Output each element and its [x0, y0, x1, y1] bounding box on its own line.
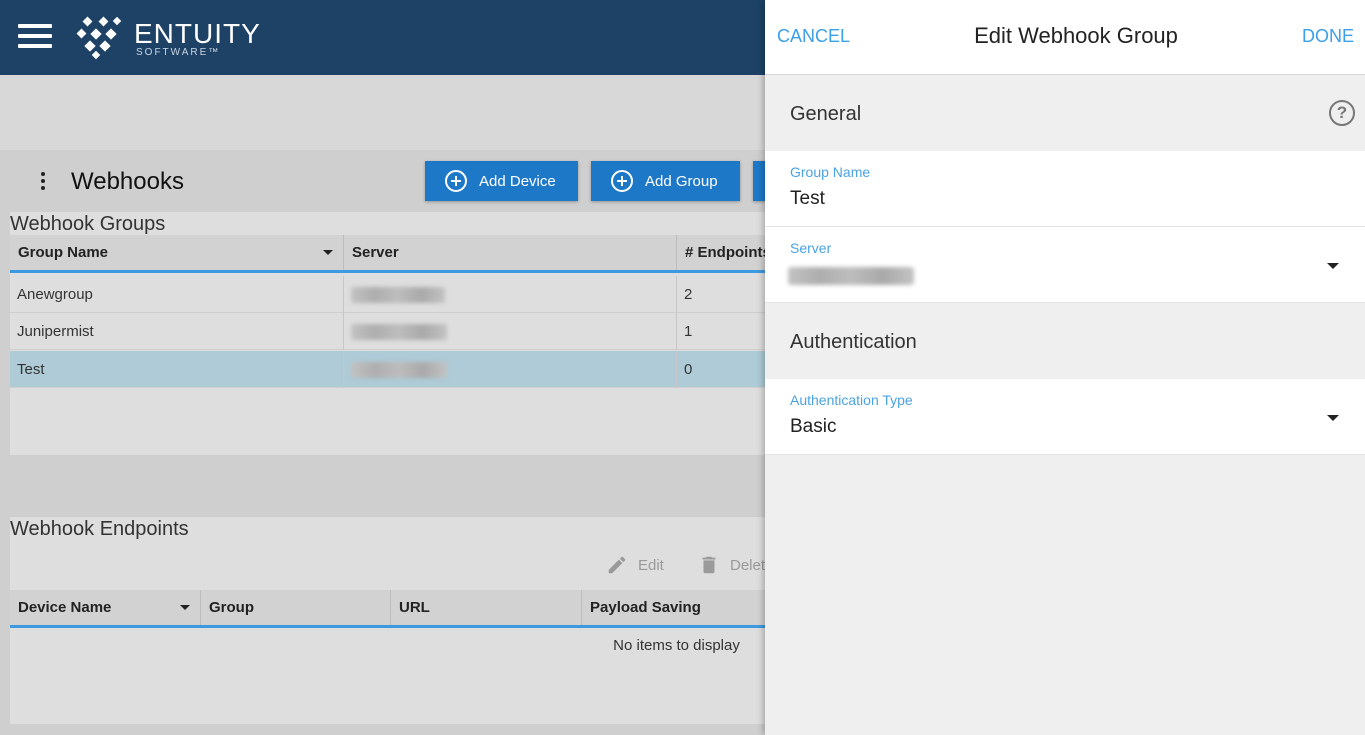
- server-value: [788, 267, 914, 291]
- delete-label: Delet: [730, 556, 766, 574]
- webhook-groups-panel: Webhook Groups Group Name Server # Endpo…: [10, 212, 765, 455]
- edit-label: Edit: [638, 556, 664, 574]
- col-device-name-label: Device Name: [18, 599, 112, 616]
- authentication-type-select[interactable]: Authentication Type Basic: [765, 379, 1365, 455]
- page-header: Webhooks Add Device Add Group: [10, 150, 773, 212]
- edit-webhook-group-drawer: CANCEL Edit Webhook Group DONE General ?…: [765, 0, 1365, 735]
- cell-endpoints: 0: [684, 361, 693, 378]
- sort-desc-icon[interactable]: [180, 605, 190, 610]
- redacted-server: [351, 286, 445, 303]
- add-group-button[interactable]: Add Group: [591, 161, 740, 201]
- col-group-name[interactable]: Group Name: [10, 235, 344, 270]
- edit-button[interactable]: Edit: [606, 553, 664, 577]
- main-content: Webhooks Add Device Add Group Webhook Gr…: [0, 150, 773, 735]
- menu-icon[interactable]: [18, 24, 52, 50]
- cell-group-name: Anewgroup: [10, 276, 344, 313]
- add-circle-icon: [445, 170, 467, 192]
- table-row-selected[interactable]: Test 0: [10, 351, 765, 388]
- group-name-input[interactable]: Test: [790, 188, 825, 210]
- brand-name: ENTUITY: [134, 18, 261, 49]
- general-section-title: General: [790, 103, 862, 125]
- col-endpoints[interactable]: # Endpoints: [677, 235, 765, 270]
- cell-endpoints: 1: [684, 323, 693, 340]
- authentication-type-label: Authentication Type: [790, 392, 913, 408]
- add-device-button[interactable]: Add Device: [425, 161, 578, 201]
- group-name-field[interactable]: Group Name Test: [765, 151, 1365, 227]
- redacted-server: [351, 323, 447, 340]
- server-label: Server: [790, 240, 832, 256]
- kebab-icon[interactable]: [40, 172, 46, 190]
- header-spacer: [0, 75, 765, 150]
- cell-group-name: Junipermist: [10, 313, 344, 350]
- col-group-label: Group: [209, 599, 254, 616]
- cell-server: [344, 313, 677, 350]
- table-row[interactable]: Anewgroup 2: [10, 276, 765, 313]
- webhook-endpoints-panel: Webhook Endpoints Edit Delet Device Name…: [10, 517, 765, 724]
- sort-desc-icon[interactable]: [323, 250, 333, 255]
- edit-icon: [608, 556, 626, 574]
- done-button[interactable]: DONE: [1302, 26, 1354, 47]
- cell-server: [344, 351, 677, 388]
- endpoints-table-header: Device Name Group URL Payload Saving: [10, 590, 765, 628]
- drawer-title: Edit Webhook Group: [974, 23, 1178, 48]
- drawer-header: CANCEL Edit Webhook Group DONE: [765, 0, 1365, 75]
- authentication-section-title: Authentication: [790, 331, 917, 353]
- dropdown-caret-icon[interactable]: [1327, 415, 1339, 421]
- col-server[interactable]: Server: [344, 235, 677, 270]
- dropdown-caret-icon[interactable]: [1327, 263, 1339, 269]
- server-select[interactable]: Server: [765, 227, 1365, 303]
- page-title: Webhooks: [71, 168, 184, 195]
- redacted-server: [351, 361, 447, 378]
- redacted-server: [788, 267, 914, 285]
- cell-endpoints: 2: [684, 286, 693, 303]
- delete-button[interactable]: Delet: [698, 553, 765, 577]
- delete-icon: [702, 556, 716, 574]
- col-group[interactable]: Group: [201, 590, 391, 625]
- add-device-label: Add Device: [479, 172, 556, 190]
- col-url-label: URL: [399, 599, 430, 616]
- col-server-label: Server: [352, 244, 399, 261]
- webhook-groups-title: Webhook Groups: [10, 213, 166, 235]
- authentication-type-value: Basic: [790, 416, 837, 437]
- add-circle-icon: [611, 170, 633, 192]
- cell-group-name: Test: [10, 351, 344, 388]
- cell-server: [344, 276, 677, 313]
- logo-mark-icon: [76, 16, 122, 60]
- col-endpoints-label: # Endpoints: [685, 244, 765, 261]
- help-icon[interactable]: ?: [1329, 100, 1355, 126]
- col-payload-saving[interactable]: Payload Saving: [582, 590, 765, 625]
- general-section: General ?: [765, 75, 1365, 151]
- group-name-label: Group Name: [790, 164, 871, 180]
- col-url[interactable]: URL: [391, 590, 582, 625]
- table-row[interactable]: Junipermist 1: [10, 313, 765, 350]
- add-group-label: Add Group: [645, 172, 718, 190]
- brand-subtitle: SOFTWARE™: [136, 47, 221, 58]
- groups-table-header: Group Name Server # Endpoints: [10, 235, 765, 273]
- col-device-name[interactable]: Device Name: [10, 590, 201, 625]
- webhook-endpoints-title: Webhook Endpoints: [10, 518, 189, 540]
- authentication-section: Authentication: [765, 303, 1365, 379]
- col-group-name-label: Group Name: [18, 244, 109, 261]
- col-payload-saving-label: Payload Saving: [590, 599, 701, 616]
